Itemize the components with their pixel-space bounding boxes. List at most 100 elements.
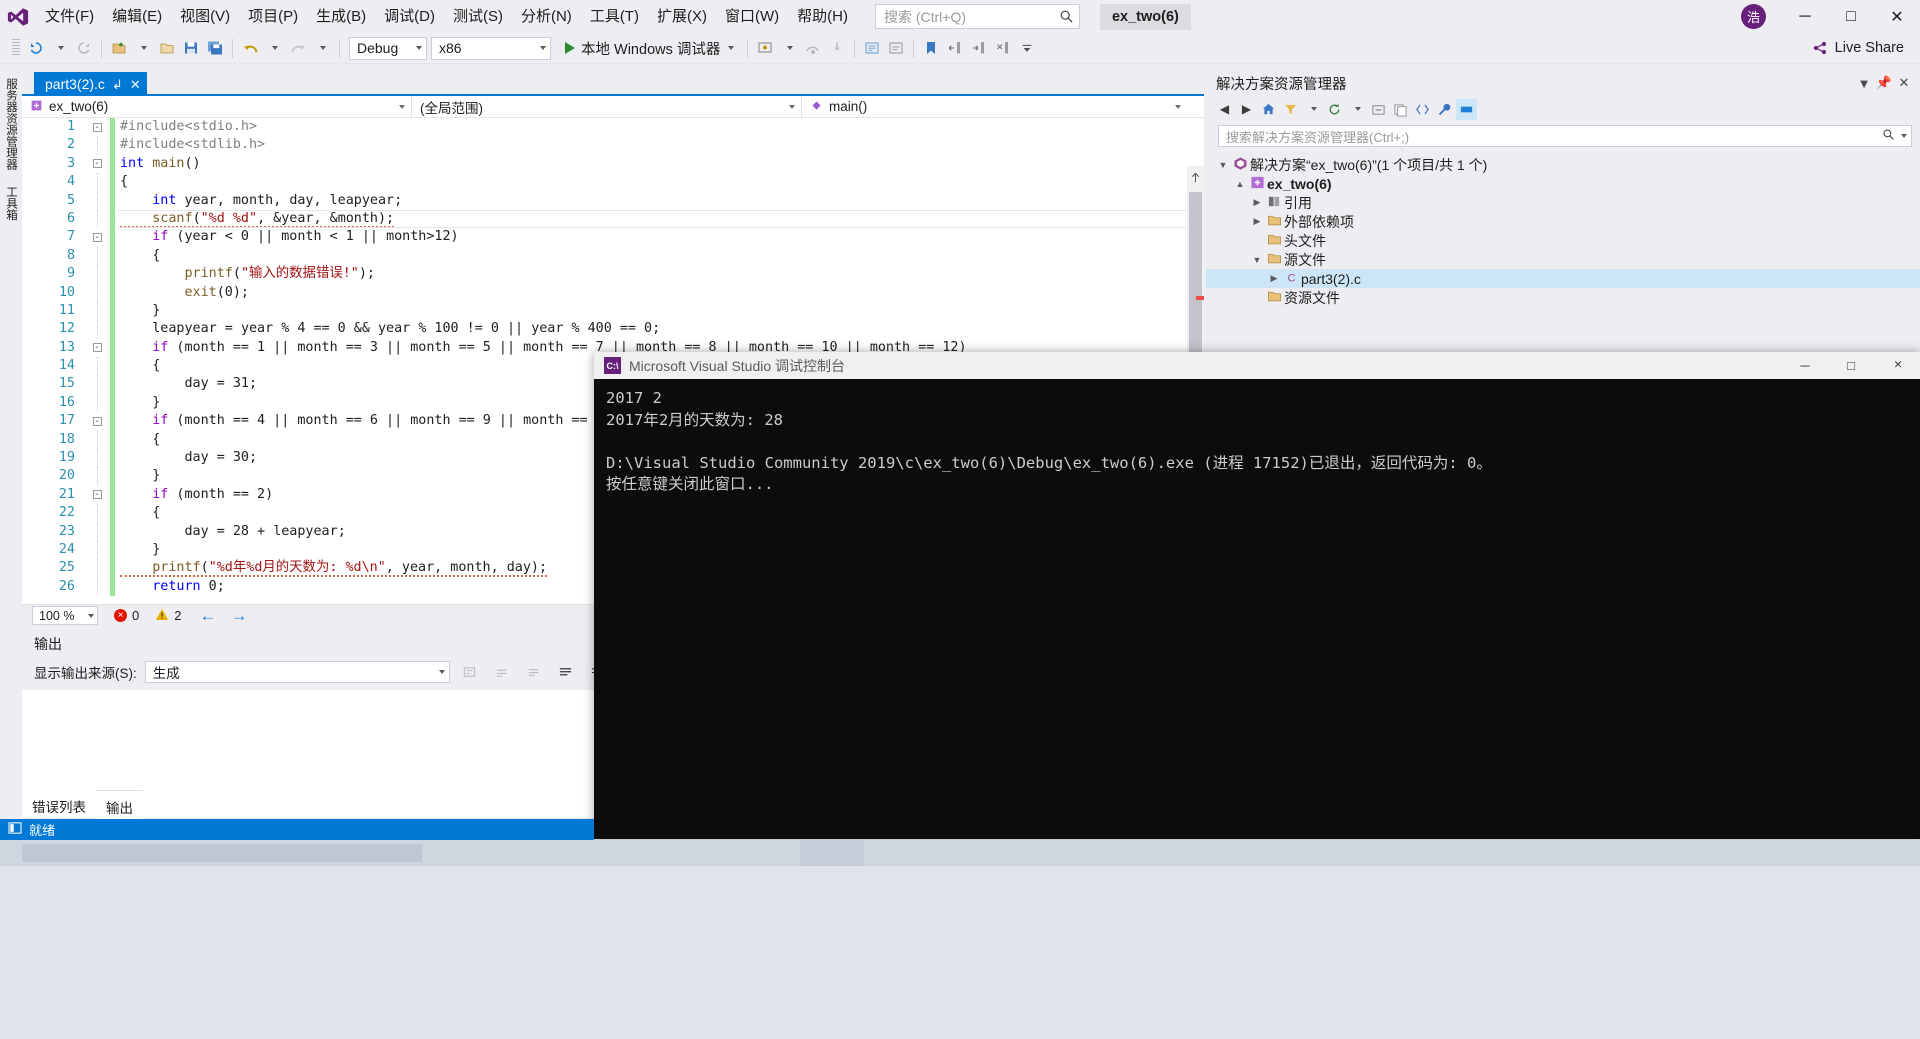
- next-bookmark-icon[interactable]: [967, 36, 991, 60]
- menu-item-tools[interactable]: 工具(T): [581, 4, 648, 30]
- collapse-all-icon[interactable]: [1368, 99, 1389, 120]
- tree-item[interactable]: ▼ 源文件: [1206, 250, 1920, 269]
- tree-item[interactable]: ▼ 解决方案“ex_two(6)”(1 个项目/共 1 个): [1206, 155, 1920, 174]
- nav-scope-combo[interactable]: (全局范围): [412, 95, 802, 118]
- scrollbar-up-icon[interactable]: [1187, 166, 1204, 188]
- tree-twisty-icon[interactable]: ▶: [1267, 273, 1281, 284]
- code-line[interactable]: }: [118, 302, 1204, 320]
- attach-dropdown-icon[interactable]: [777, 36, 801, 60]
- previous-bookmark-icon[interactable]: [943, 36, 967, 60]
- tree-twisty-icon[interactable]: ▲: [1233, 179, 1247, 189]
- error-count[interactable]: × 0: [114, 608, 139, 623]
- pin-icon[interactable]: 📌: [1874, 75, 1894, 91]
- code-line[interactable]: int year, month, day, leapyear;: [118, 192, 1204, 210]
- dropdown-icon[interactable]: ▼: [1854, 76, 1874, 91]
- navigate-back-icon[interactable]: [24, 36, 48, 60]
- code-line[interactable]: #include<stdio.h>: [118, 118, 1204, 136]
- pin-icon[interactable]: ↲: [112, 78, 123, 91]
- navigate-back-dropdown-icon[interactable]: [48, 36, 72, 60]
- clear-output-icon[interactable]: [554, 660, 578, 684]
- fold-toggle-icon[interactable]: -: [84, 339, 110, 357]
- refresh-icon[interactable]: [1324, 99, 1345, 120]
- save-icon[interactable]: [179, 36, 203, 60]
- code-line[interactable]: #include<stdlib.h>: [118, 136, 1204, 154]
- fold-margin[interactable]: - - - - - -: [84, 118, 110, 596]
- code-line[interactable]: {: [118, 173, 1204, 191]
- save-all-icon[interactable]: [203, 36, 227, 60]
- go-to-next-icon[interactable]: [522, 660, 546, 684]
- refresh-dropdown-icon[interactable]: [1346, 99, 1367, 120]
- uncomment-icon[interactable]: [884, 36, 908, 60]
- menu-item-view[interactable]: 视图(V): [171, 4, 239, 30]
- new-project-icon[interactable]: [107, 36, 131, 60]
- preview-selected-items-icon[interactable]: [1456, 98, 1477, 120]
- tree-item[interactable]: 资源文件: [1206, 288, 1920, 307]
- new-project-dropdown-icon[interactable]: [131, 36, 155, 60]
- step-into-icon[interactable]: [825, 36, 849, 60]
- warning-count[interactable]: 2: [155, 608, 181, 624]
- undo-dropdown-icon[interactable]: [262, 36, 286, 60]
- filter-dropdown-icon[interactable]: [1302, 99, 1323, 120]
- search-input[interactable]: 搜索 (Ctrl+Q): [874, 4, 1080, 29]
- go-to-previous-icon[interactable]: [490, 660, 514, 684]
- toolbar-grip[interactable]: [12, 39, 20, 57]
- tree-item[interactable]: ▶ Cpart3(2).c: [1206, 269, 1920, 288]
- tree-item[interactable]: ▶ 外部依赖项: [1206, 212, 1920, 231]
- forward-icon[interactable]: ▶: [1236, 99, 1257, 120]
- tree-twisty-icon[interactable]: ▶: [1250, 216, 1264, 227]
- close-icon[interactable]: ✕: [1894, 75, 1914, 91]
- menu-item-build[interactable]: 生成(B): [307, 4, 375, 30]
- fold-toggle-icon[interactable]: -: [84, 486, 110, 504]
- scrollbar-error-marker[interactable]: [1196, 296, 1204, 300]
- comment-icon[interactable]: [860, 36, 884, 60]
- undo-icon[interactable]: [238, 36, 262, 60]
- open-file-icon[interactable]: [155, 36, 179, 60]
- chevron-down-icon[interactable]: [1901, 134, 1907, 138]
- redo-icon[interactable]: [286, 36, 310, 60]
- sidebar-item-toolbox[interactable]: 工具箱: [0, 178, 22, 229]
- sidebar-item-server-explorer[interactable]: 服务器资源管理器: [0, 70, 22, 178]
- menu-item-analyze[interactable]: 分析(N): [512, 4, 581, 30]
- fold-toggle-icon[interactable]: -: [84, 155, 110, 173]
- solution-explorer-search-input[interactable]: 搜索解决方案资源管理器(Ctrl+;): [1218, 125, 1912, 147]
- step-over-icon[interactable]: [801, 36, 825, 60]
- taskbar-item-group[interactable]: [22, 844, 422, 862]
- menu-item-test[interactable]: 测试(S): [444, 4, 512, 30]
- bookmark-icon[interactable]: [919, 36, 943, 60]
- close-button[interactable]: ✕: [1874, 0, 1920, 33]
- nav-member-combo[interactable]: main(): [802, 96, 1187, 118]
- navigate-next-icon[interactable]: →: [230, 606, 247, 626]
- console-minimize-button[interactable]: ─: [1782, 352, 1828, 379]
- nav-project-combo[interactable]: ex_two(6): [22, 95, 412, 118]
- menu-item-file[interactable]: 文件(F): [36, 4, 103, 30]
- code-line[interactable]: if (year < 0 || month < 1 || month>12): [118, 228, 1204, 246]
- code-line[interactable]: exit(0);: [118, 284, 1204, 302]
- project-name-chip[interactable]: ex_two(6): [1099, 3, 1191, 30]
- document-tab-part3[interactable]: part3(2).c ↲ ✕: [34, 72, 147, 96]
- menu-item-edit[interactable]: 编辑(E): [103, 4, 171, 30]
- show-all-files-icon[interactable]: [1390, 99, 1411, 120]
- home-icon[interactable]: [1258, 99, 1279, 120]
- console-close-button[interactable]: ✕: [1874, 352, 1920, 379]
- code-line[interactable]: printf("输入的数据错误!");: [118, 265, 1204, 283]
- console-title-bar[interactable]: C:\ Microsoft Visual Studio 调试控制台 ─ □ ✕: [594, 352, 1920, 379]
- pending-changes-filter-icon[interactable]: [1280, 99, 1301, 120]
- zoom-level-combo[interactable]: 100 %: [32, 606, 98, 625]
- toolbar-overflow-icon[interactable]: [1015, 36, 1039, 60]
- code-line[interactable]: leapyear = year % 4 == 0 && year % 100 !…: [118, 320, 1204, 338]
- fold-toggle-icon[interactable]: -: [84, 412, 110, 430]
- fold-toggle-icon[interactable]: -: [84, 228, 110, 246]
- close-icon[interactable]: ✕: [130, 78, 141, 91]
- output-source-combo[interactable]: 生成: [144, 661, 450, 683]
- solution-tree[interactable]: ▼ 解决方案“ex_two(6)”(1 个项目/共 1 个) ▲ ex_two(6) ▶…: [1206, 151, 1920, 307]
- tree-item[interactable]: ▶ 引用: [1206, 193, 1920, 212]
- solution-platform-combo[interactable]: x86: [431, 36, 551, 60]
- back-icon[interactable]: ◀: [1214, 99, 1235, 120]
- menu-item-window[interactable]: 窗口(W): [716, 4, 788, 30]
- navigate-forward-icon[interactable]: [72, 36, 96, 60]
- avatar[interactable]: 浩: [1741, 4, 1766, 29]
- navigate-previous-icon[interactable]: ←: [199, 606, 216, 626]
- live-share-button[interactable]: Live Share: [1812, 40, 1904, 56]
- menu-item-extensions[interactable]: 扩展(X): [648, 4, 716, 30]
- attach-to-process-icon[interactable]: [753, 36, 777, 60]
